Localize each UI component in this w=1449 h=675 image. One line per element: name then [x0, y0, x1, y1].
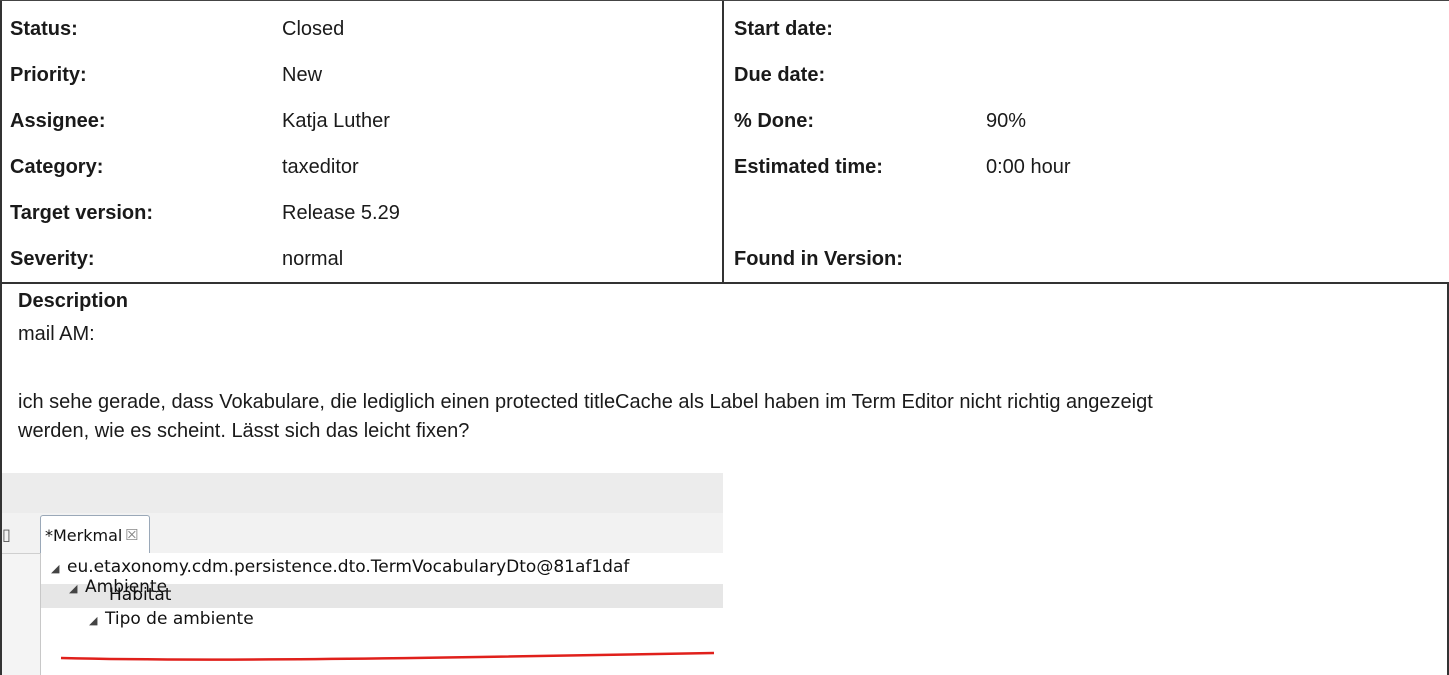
expanded-triangle-icon[interactable]: ◢: [69, 582, 85, 595]
attribute-value: Closed: [282, 18, 345, 40]
attribute-estimated-time: Estimated time: 0:00 hour: [724, 139, 1449, 185]
attribute-assignee: Assignee: Katja Luther: [2, 93, 724, 139]
tree-item[interactable]: ◢ Tipo de ambiente: [89, 609, 254, 635]
attribute-due-date: Due date:: [724, 47, 1449, 93]
attribute-value: New: [282, 64, 323, 86]
red-annotation-underline: [60, 651, 715, 661]
attribute-start-date: Start date:: [724, 1, 1449, 47]
attribute-value: 0:00 hour: [986, 156, 1071, 178]
description-heading: Description: [18, 290, 129, 312]
term-tree: ◢ eu.etaxonomy.cdm.persistence.dto.TermVo…: [40, 553, 723, 675]
expanded-triangle-icon[interactable]: ◢: [89, 614, 105, 627]
attribute-status: Status: Closed: [2, 1, 724, 47]
attribute-done-ratio: % Done: 90%: [724, 93, 1449, 139]
description-paragraph: werden, wie es scheint. Lässt sich das l…: [18, 420, 470, 442]
attribute-label: Assignee:: [10, 110, 106, 132]
attribute-label: Priority:: [10, 64, 87, 86]
attribute-priority: Priority: New: [2, 47, 724, 93]
description-paragraph: mail AM:: [18, 323, 95, 345]
attributes-left-column: Status: Closed Priority: New Assignee: K…: [0, 1, 724, 283]
attributes-right-column: Start date: Due date: % Done: 90% Estima…: [722, 1, 1449, 283]
attribute-value: normal: [282, 248, 344, 270]
tree-item-label: Hábitat: [109, 585, 172, 605]
tree-item[interactable]: Hábitat: [109, 585, 171, 611]
attribute-label: Target version:: [10, 202, 153, 224]
panel-icon: ▯: [2, 525, 11, 544]
attribute-value[interactable]: Release 5.29: [282, 201, 400, 225]
tab-merkmal[interactable]: *Merkmal ☒: [40, 515, 150, 554]
attribute-target-version: Target version: Release 5.29: [2, 185, 724, 231]
description-paragraph: ich sehe gerade, dass Vokabulare, die le…: [18, 391, 1153, 413]
attribute-category: Category: taxeditor: [2, 139, 724, 185]
attribute-label: Found in Version:: [734, 248, 903, 270]
close-icon[interactable]: ☒: [125, 526, 138, 544]
screenshot-toolbar: [2, 473, 723, 514]
attribute-label: Category:: [10, 156, 104, 178]
embedded-screenshot: ▯ *Merkmal ☒ ◢ eu.etaxonomy.cdm.persisten…: [2, 473, 723, 675]
description-divider: [0, 282, 1449, 284]
attribute-label: % Done:: [734, 110, 814, 132]
tree-item-label: eu.etaxonomy.cdm.persistence.dto.TermVoc…: [67, 557, 630, 577]
attribute-label: Status:: [10, 18, 78, 40]
tree-item-label: Tipo de ambiente: [105, 609, 254, 629]
issue-details-page: Status: Closed Priority: New Assignee: K…: [0, 0, 1449, 675]
attribute-label: Severity:: [10, 248, 95, 270]
attribute-value[interactable]: Katja Luther: [282, 109, 390, 133]
attribute-label: Due date:: [734, 64, 826, 86]
attribute-severity: Severity: normal: [2, 231, 724, 277]
attribute-found-in-version: Found in Version:: [724, 231, 1449, 277]
issue-attributes-table: Status: Closed Priority: New Assignee: K…: [0, 0, 1449, 283]
attribute-value: 90%: [986, 110, 1027, 132]
attribute-empty: [724, 185, 1449, 231]
tab-label: *Merkmal: [45, 526, 123, 545]
attribute-label: Estimated time:: [734, 156, 883, 178]
expanded-triangle-icon[interactable]: ◢: [51, 562, 67, 575]
attribute-label: Start date:: [734, 18, 833, 40]
attribute-value: taxeditor: [282, 156, 359, 178]
